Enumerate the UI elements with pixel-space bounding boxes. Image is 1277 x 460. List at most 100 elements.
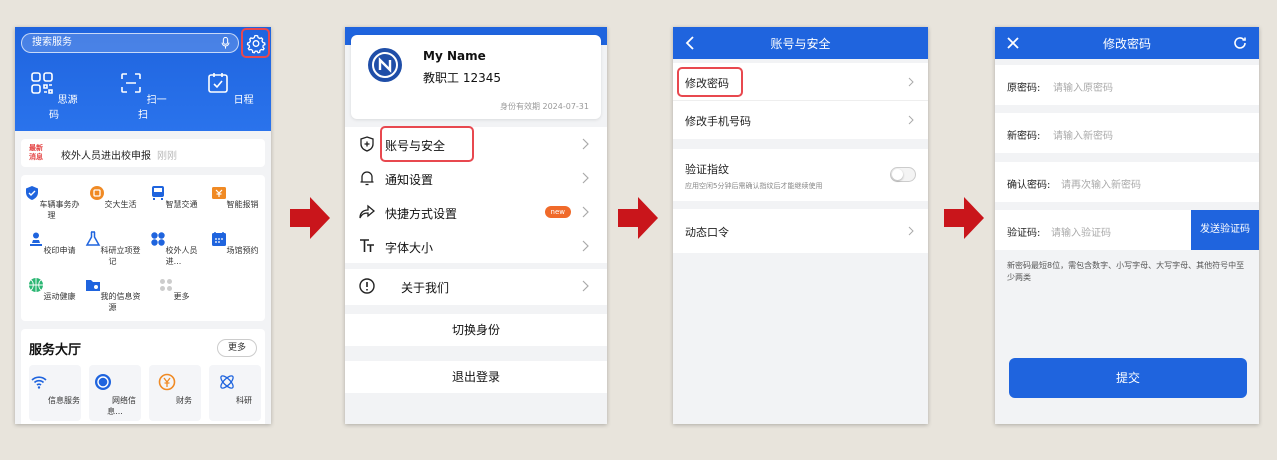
field-label: 确认密码: xyxy=(1007,180,1051,191)
new-badge: new xyxy=(544,206,571,218)
old-password-input[interactable]: 请输入原密码 xyxy=(1053,79,1113,94)
row-change-phone[interactable]: 修改手机号码 xyxy=(673,101,928,139)
notice-text: 校外人员进出校申报 刚刚 xyxy=(61,151,177,162)
share-arrow-icon xyxy=(359,204,375,219)
grid-item-more[interactable]: 更多 xyxy=(143,277,204,302)
service-hall-title: 服务大厅 xyxy=(29,343,82,358)
flask-icon xyxy=(85,231,100,246)
flow-arrow-icon xyxy=(618,197,658,239)
new-password-input[interactable]: 请输入新密码 xyxy=(1053,127,1113,142)
quick-action-siyuan-code[interactable]: 思源码 xyxy=(29,71,79,121)
service-hall-more-button[interactable]: 更多 xyxy=(217,339,257,357)
tile-research[interactable]: 科研 xyxy=(209,365,261,421)
yuan-coin-icon xyxy=(158,373,176,391)
change-password-screen: 修改密码 原密码: 请输入原密码 新密码: 请输入新密码 确认密码: 请再次输入… xyxy=(995,27,1259,424)
password-rule-hint: 新密码最短8位，需包含数字、小写字母、大写字母、其他符号中至少两类 xyxy=(1007,261,1245,282)
menu-item-shortcuts[interactable]: 快捷方式设置 new xyxy=(345,195,607,229)
profile-card[interactable]: SJTU My Name 教职工 12345 身份有效期 2024-07-31 xyxy=(351,35,601,119)
grid-item-my-info[interactable]: 我的信息资源 xyxy=(82,277,143,313)
field-label: 新密码: xyxy=(1007,131,1041,142)
menu-item-font-size[interactable]: 字体大小 xyxy=(345,229,607,263)
grid-item-traffic[interactable]: 智慧交通 xyxy=(143,185,204,210)
refresh-icon[interactable] xyxy=(1233,36,1247,50)
sjtu-watermark: SJTU xyxy=(511,43,563,67)
grid-item-reimburse[interactable]: 智能报销 xyxy=(204,185,265,210)
logout-button[interactable]: 退出登录 xyxy=(345,361,607,393)
network-logo-icon xyxy=(95,374,111,390)
notice-time: 刚刚 xyxy=(157,151,177,162)
menu-item-about[interactable]: 关于我们 xyxy=(345,269,607,305)
fingerprint-toggle[interactable] xyxy=(890,167,916,182)
grid-item-sports[interactable]: 运动健康 xyxy=(21,277,82,302)
account-security-screen: 账号与安全 修改密码 修改手机号码 验证指纹 应用空闲5分钟后需确认指纹后才能继… xyxy=(673,27,928,424)
news-notice-bar[interactable]: 最新消息 校外人员进出校申报 刚刚 xyxy=(21,139,265,167)
grid-item-seal[interactable]: 校印申请 xyxy=(21,231,82,256)
grid-item-vehicle[interactable]: 车辆事务办理 xyxy=(21,185,82,221)
account-security-highlight xyxy=(380,126,474,162)
chevron-right-icon xyxy=(908,77,914,87)
microphone-icon[interactable] xyxy=(221,37,230,49)
row-label: 修改手机号码 xyxy=(685,115,751,128)
verification-code-input[interactable]: 请输入验证码 xyxy=(1051,224,1111,239)
profile-screen: SJTU My Name 教职工 12345 身份有效期 2024-07-31 … xyxy=(345,27,607,424)
atom-icon xyxy=(220,375,234,389)
chevron-right-icon xyxy=(582,206,589,218)
service-grid: 车辆事务办理 交大生活 智慧交通 智能报销 校印申请 科研立项登记 校外人员进.… xyxy=(21,175,265,321)
tile-info-service[interactable]: 信息服务 xyxy=(29,365,81,421)
row-label: 动态口令 xyxy=(685,226,729,239)
change-password-highlight xyxy=(677,67,743,97)
grid-item-venue[interactable]: 场馆预约 xyxy=(204,231,265,256)
menu-item-notifications[interactable]: 通知设置 xyxy=(345,161,607,195)
switch-identity-button[interactable]: 切换身份 xyxy=(345,314,607,346)
more-dots-icon xyxy=(159,279,172,291)
row-dynamic-password[interactable]: 动态口令 xyxy=(673,209,928,253)
row-label: 验证指纹 xyxy=(685,163,729,176)
menu-item-label: 字体大小 xyxy=(385,241,434,255)
wifi-icon xyxy=(31,376,47,389)
chevron-right-icon xyxy=(582,280,589,292)
verification-code-field[interactable]: 验证码: 请输入验证码 发送验证码 xyxy=(995,210,1259,250)
chevron-right-icon xyxy=(582,172,589,184)
row-fingerprint[interactable]: 验证指纹 应用空闲5分钟后需确认指纹后才能继续使用 xyxy=(673,149,928,201)
field-label: 验证码: xyxy=(1007,228,1041,239)
confirm-password-field[interactable]: 确认密码: 请再次输入新密码 xyxy=(995,162,1259,202)
nav-bar: 修改密码 xyxy=(995,27,1259,59)
page-title: 修改密码 xyxy=(1102,37,1151,51)
send-code-button[interactable]: 发送验证码 xyxy=(1191,210,1259,250)
quick-action-label: 日程 xyxy=(233,95,254,106)
identity-valid-date: 身份有效期 2024-07-31 xyxy=(499,102,589,111)
shield-check-icon xyxy=(25,186,38,200)
search-input[interactable]: 搜索服务 xyxy=(21,33,239,53)
settings-highlight xyxy=(241,28,270,58)
new-password-field[interactable]: 新密码: 请输入新密码 xyxy=(995,113,1259,153)
grid-item-life[interactable]: 交大生活 xyxy=(82,185,143,210)
quick-action-scan[interactable]: 扫一扫 xyxy=(118,71,168,121)
tile-finance[interactable]: 财务 xyxy=(149,365,201,421)
submit-button[interactable]: 提交 xyxy=(1009,358,1247,398)
news-tag: 最新消息 xyxy=(29,144,43,161)
university-logo-icon xyxy=(368,48,402,82)
chevron-right-icon xyxy=(582,240,589,252)
service-hall: 服务大厅 更多 信息服务 网络信息... 财务 科研 xyxy=(21,329,265,424)
old-password-field[interactable]: 原密码: 请输入原密码 xyxy=(995,65,1259,105)
reimburse-icon xyxy=(211,187,226,199)
stamp-icon xyxy=(29,232,42,246)
grid-item-research[interactable]: 科研立项登记 xyxy=(82,231,143,267)
flow-arrow-icon xyxy=(290,197,330,239)
user-role: 教职工 12345 xyxy=(423,71,501,85)
quick-action-schedule[interactable]: 日程 xyxy=(205,71,255,106)
folder-icon xyxy=(85,280,100,291)
user-name: My Name xyxy=(423,49,486,63)
ball-icon xyxy=(28,278,43,292)
chevron-right-icon xyxy=(908,115,914,125)
bell-icon xyxy=(360,171,374,186)
life-icon xyxy=(89,186,104,200)
menu-item-label: 快捷方式设置 xyxy=(385,207,458,221)
confirm-password-input[interactable]: 请再次输入新密码 xyxy=(1061,176,1141,191)
search-placeholder: 搜索服务 xyxy=(32,37,72,48)
tile-network-info[interactable]: 网络信息... xyxy=(89,365,141,421)
scan-icon xyxy=(121,73,142,93)
calendar-icon xyxy=(211,232,226,246)
home-header: 搜索服务 思源码 扫一扫 日程 xyxy=(15,27,271,131)
grid-item-visitor[interactable]: 校外人员进... xyxy=(143,231,204,267)
